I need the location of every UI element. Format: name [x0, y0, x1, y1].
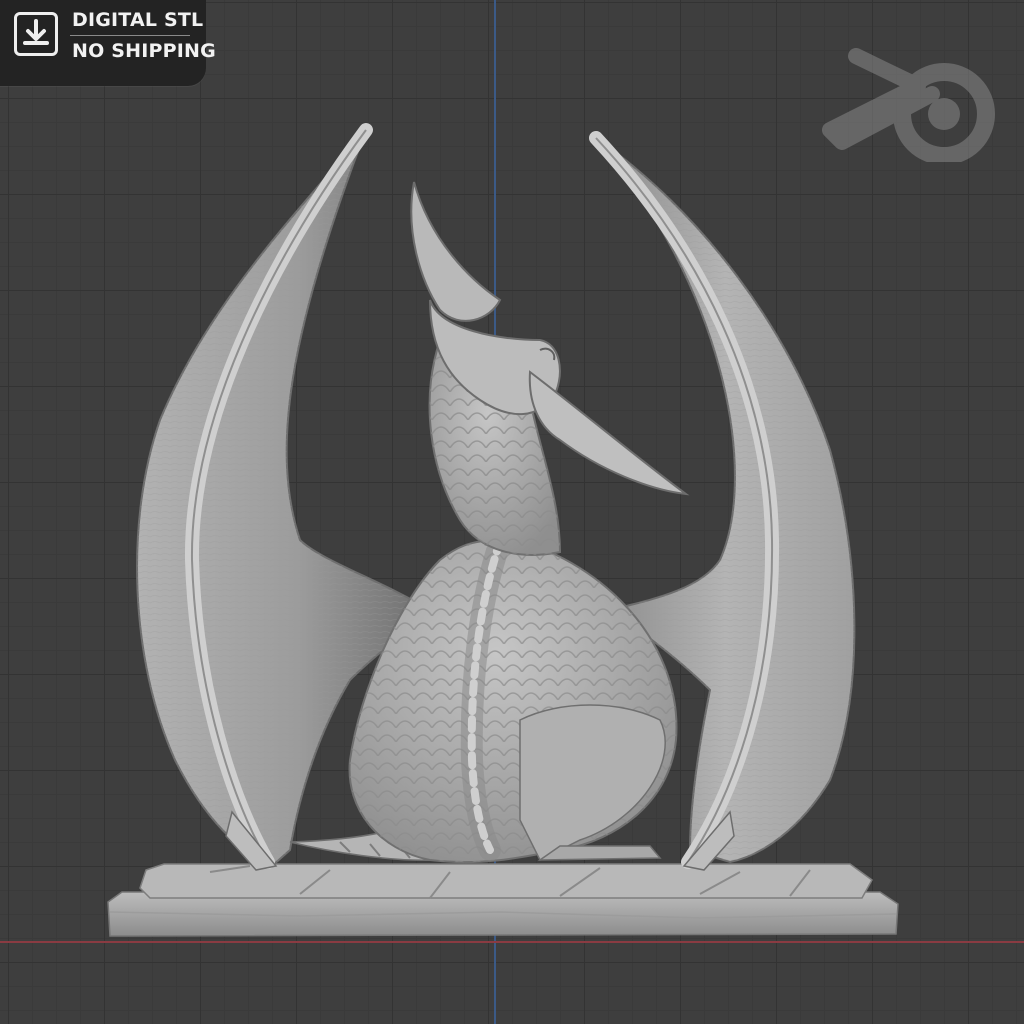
blender-logo-icon — [822, 48, 995, 162]
digital-stl-badge: DIGITAL STL NO SHIPPING — [0, 0, 216, 86]
badge-subtitle: NO SHIPPING — [72, 40, 216, 62]
base-plinth — [107, 863, 899, 937]
badge-divider — [70, 35, 190, 36]
dragon-head — [410, 181, 690, 556]
badge-title: DIGITAL STL — [72, 9, 204, 31]
3d-viewport[interactable] — [0, 0, 1024, 1024]
dragon-body — [348, 531, 678, 864]
download-icon — [14, 12, 58, 56]
